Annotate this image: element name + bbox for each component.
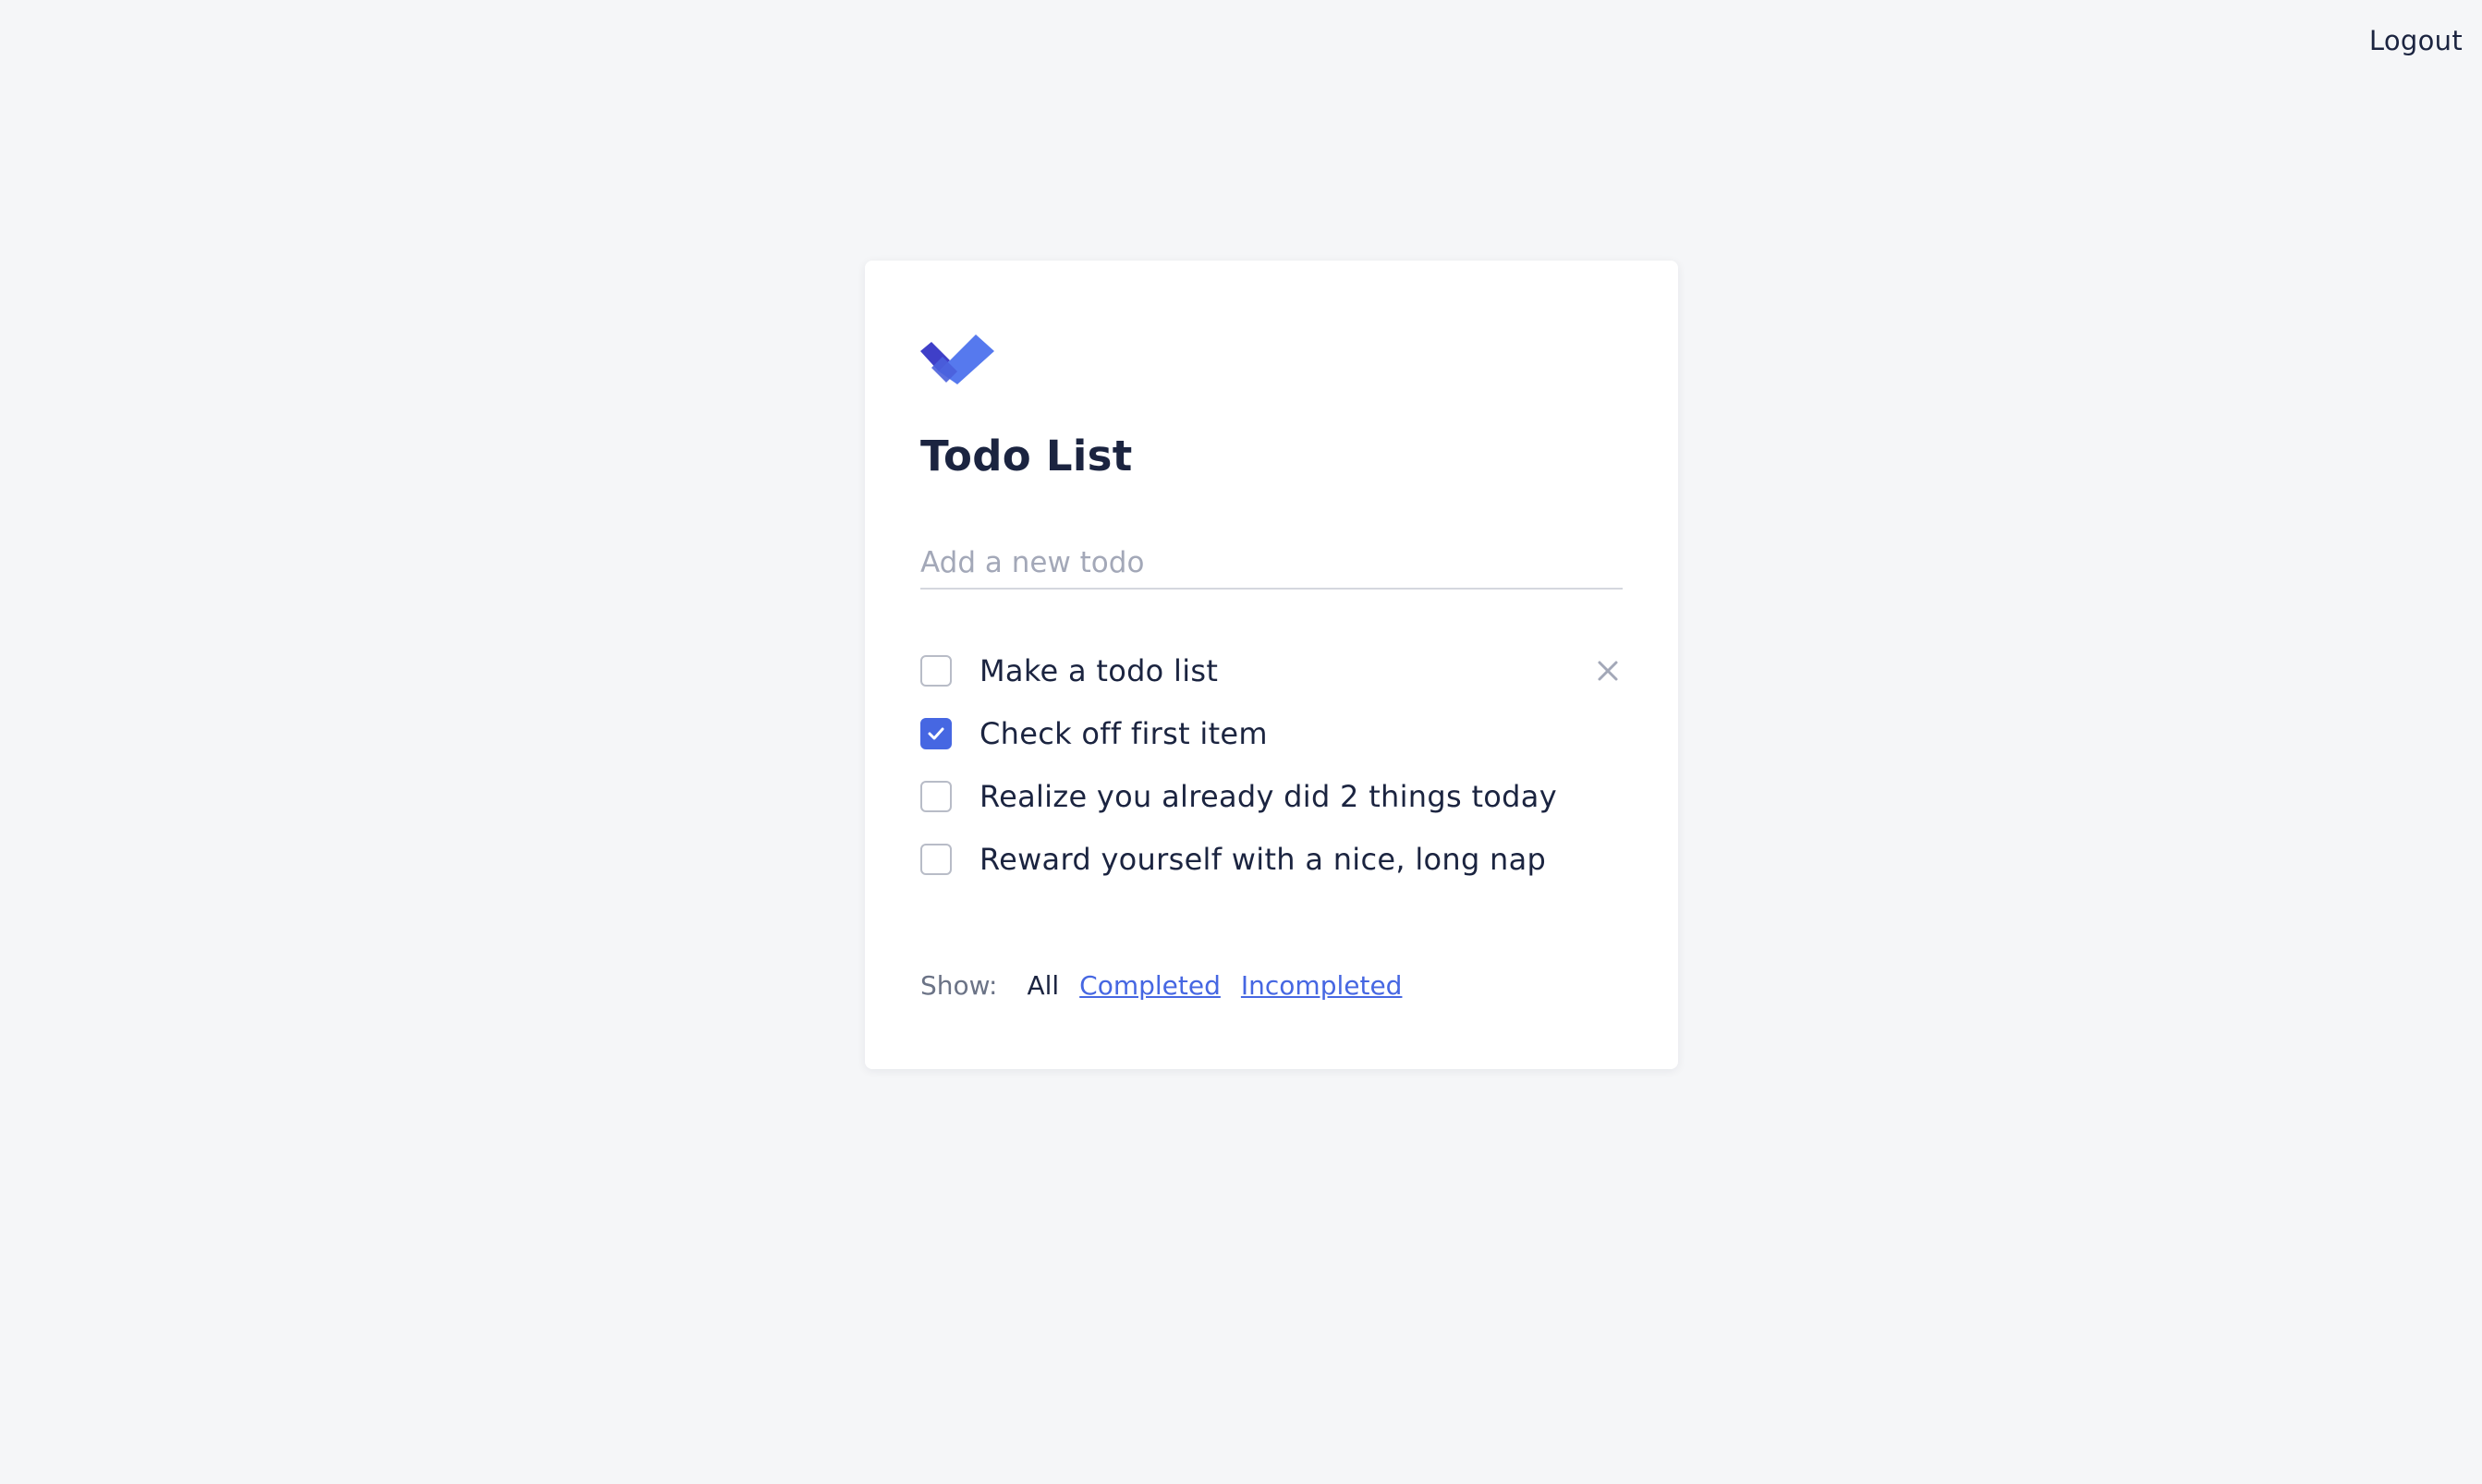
todo-checkbox[interactable] — [920, 844, 952, 875]
todo-item: Reward yourself with a nice, long nap — [920, 828, 1623, 891]
page-title: Todo List — [920, 432, 1133, 480]
todo-label: Check off first item — [979, 716, 1268, 751]
todo-list: Make a todo list Check off first item Re… — [920, 639, 1623, 891]
todo-item: Check off first item — [920, 702, 1623, 765]
todo-item: Realize you already did 2 things today — [920, 765, 1623, 828]
todo-checkbox[interactable] — [920, 655, 952, 687]
todo-label: Reward yourself with a nice, long nap — [979, 842, 1547, 877]
todo-checkbox-checked[interactable] — [920, 718, 952, 749]
logout-link[interactable]: Logout — [2369, 25, 2463, 56]
close-icon[interactable] — [1595, 658, 1621, 684]
filter-incompleted[interactable]: Incompleted — [1241, 970, 1403, 1001]
filter-bar: Show: All Completed Incompleted — [920, 970, 1422, 1001]
filter-all[interactable]: All — [1027, 970, 1059, 1001]
todo-item: Make a todo list — [920, 639, 1623, 702]
filter-completed[interactable]: Completed — [1079, 970, 1221, 1001]
filter-label: Show: — [920, 970, 998, 1001]
todo-label: Make a todo list — [979, 653, 1219, 688]
double-check-logo-icon — [920, 335, 994, 384]
new-todo-input[interactable] — [920, 538, 1623, 590]
todo-label: Realize you already did 2 things today — [979, 779, 1557, 814]
todo-card: Todo List Make a todo list Check off fir… — [865, 261, 1678, 1069]
checkmark-icon — [928, 727, 944, 740]
todo-checkbox[interactable] — [920, 781, 952, 812]
